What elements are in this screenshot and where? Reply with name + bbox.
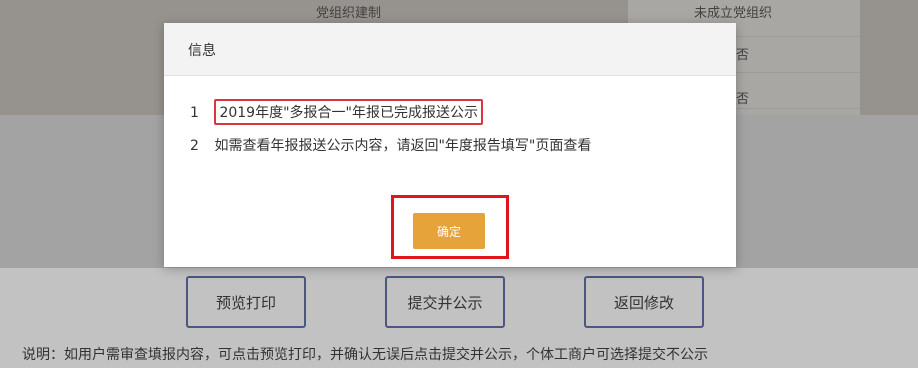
dialog-message: 2 如需查看年报报送公示内容，请返回"年度报告填写"页面查看 [190, 135, 591, 155]
message-text: 如需查看年报报送公示内容，请返回"年度报告填写"页面查看 [214, 138, 592, 154]
dialog-message: 1 2019年度"多报合一"年报已完成报送公示 [190, 99, 483, 125]
info-dialog: 信息 1 2019年度"多报合一"年报已完成报送公示 2 如需查看年报报送公示内… [164, 23, 736, 267]
dialog-header: 信息 [164, 23, 736, 76]
highlighted-message-text: 2019年度"多报合一"年报已完成报送公示 [214, 99, 483, 125]
dialog-title: 信息 [188, 43, 216, 59]
message-number: 1 [190, 105, 199, 121]
confirm-button[interactable]: 确定 [413, 213, 485, 249]
message-number: 2 [190, 138, 199, 154]
